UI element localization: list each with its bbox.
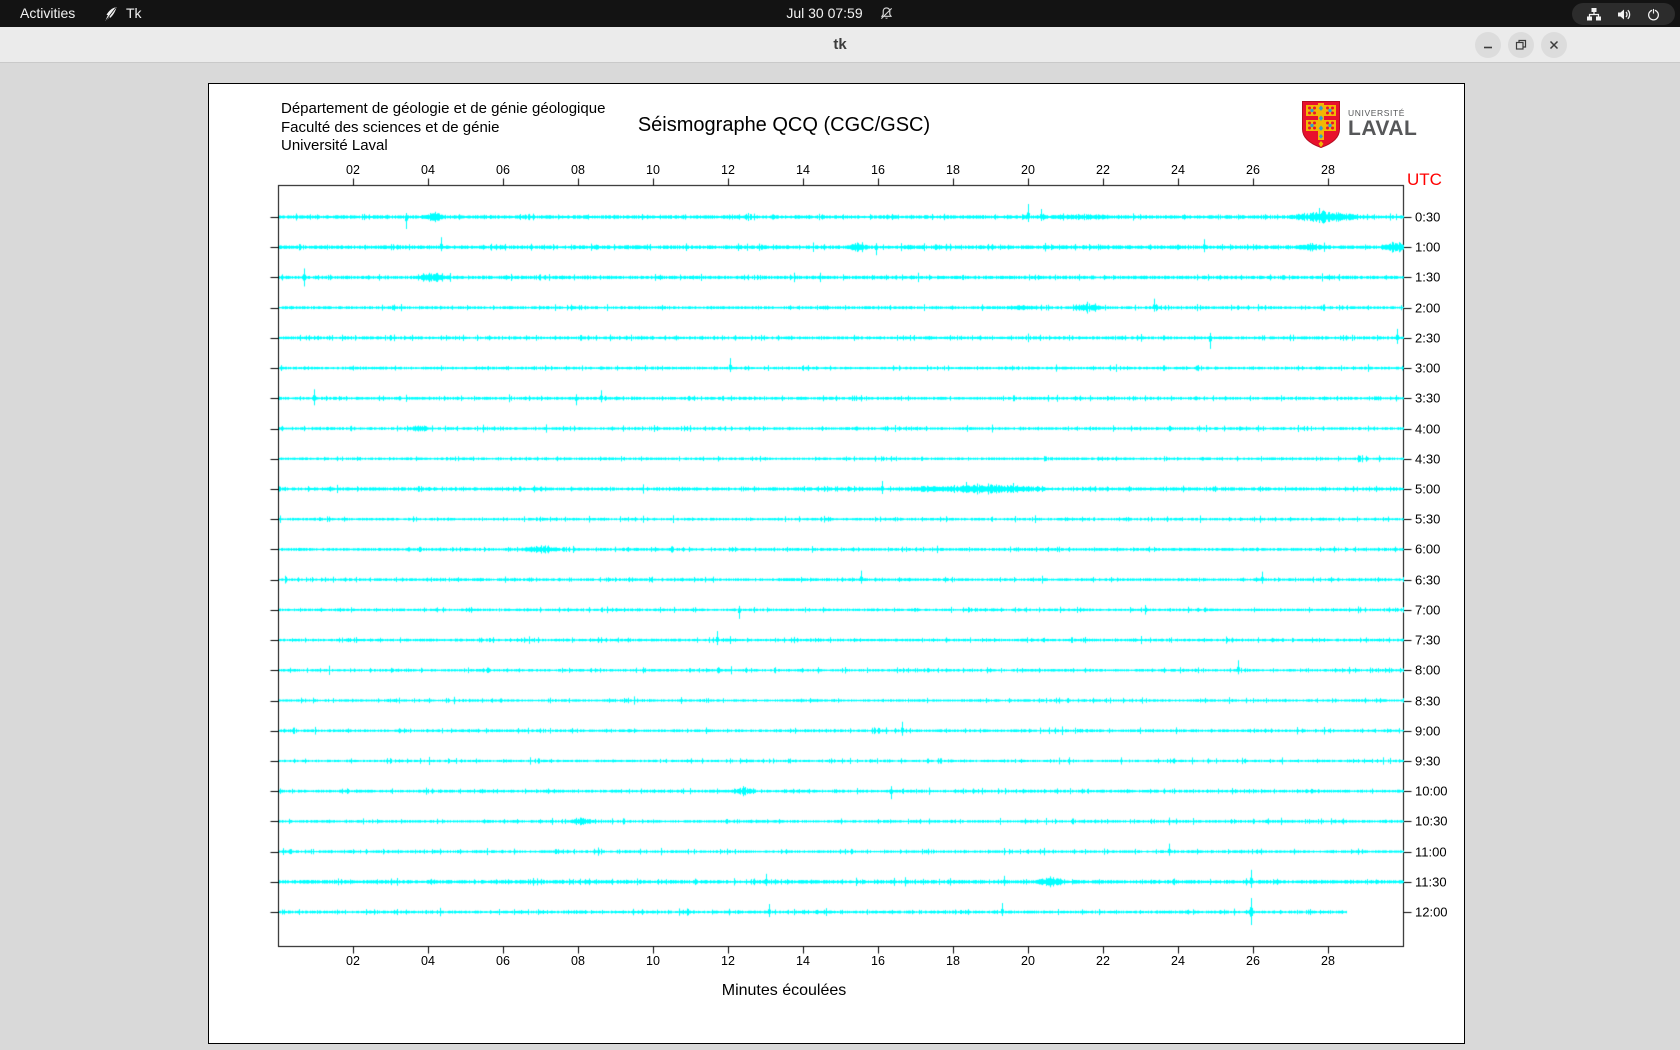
x-tick-label-bottom: 20 — [1021, 954, 1035, 968]
utc-axis-label: UTC — [1407, 170, 1442, 190]
utc-time-label: 7:00 — [1415, 602, 1440, 617]
power-icon — [1646, 7, 1661, 22]
utc-time-label: 8:30 — [1415, 693, 1440, 708]
x-tick-label-bottom: 28 — [1321, 954, 1335, 968]
x-tick-label-top: 06 — [496, 163, 510, 177]
x-tick-label-bottom: 08 — [571, 954, 585, 968]
x-tick-label-bottom: 12 — [721, 954, 735, 968]
minimize-button[interactable] — [1475, 32, 1501, 58]
x-tick-label-top: 08 — [571, 163, 585, 177]
utc-time-label: 9:00 — [1415, 723, 1440, 738]
x-tick-label-top: 02 — [346, 163, 360, 177]
x-tick-label-top: 10 — [646, 163, 660, 177]
utc-time-label: 9:30 — [1415, 753, 1440, 768]
x-tick-label-top: 12 — [721, 163, 735, 177]
maximize-icon — [1515, 39, 1527, 51]
x-tick-label-top: 04 — [421, 163, 435, 177]
utc-time-label: 4:30 — [1415, 451, 1440, 466]
notifications-disabled-icon — [879, 6, 894, 21]
x-tick-label-bottom: 06 — [496, 954, 510, 968]
app-menu-tk[interactable]: Tk — [103, 0, 142, 27]
utc-time-label: 10:00 — [1415, 784, 1448, 799]
network-icon — [1586, 7, 1602, 22]
seismograph-canvas-frame: Département de géologie et de génie géol… — [208, 83, 1465, 1044]
system-tray[interactable] — [1572, 3, 1675, 25]
tk-feather-icon — [103, 6, 118, 22]
x-tick-label-bottom: 22 — [1096, 954, 1110, 968]
volume-icon — [1616, 7, 1632, 22]
utc-time-label: 7:30 — [1415, 633, 1440, 648]
utc-time-label: 5:00 — [1415, 481, 1440, 496]
utc-time-label: 1:30 — [1415, 270, 1440, 285]
seismogram-canvas — [209, 84, 1464, 1043]
x-tick-label-top: 22 — [1096, 163, 1110, 177]
x-tick-label-top: 18 — [946, 163, 960, 177]
utc-time-label: 5:30 — [1415, 512, 1440, 527]
tk-window-body: Département de géologie et de génie géol… — [0, 64, 1680, 1050]
close-button[interactable] — [1541, 32, 1567, 58]
x-tick-label-bottom: 10 — [646, 954, 660, 968]
utc-time-label: 8:00 — [1415, 663, 1440, 678]
utc-time-label: 6:30 — [1415, 572, 1440, 587]
utc-time-label: 3:30 — [1415, 391, 1440, 406]
x-tick-label-top: 16 — [871, 163, 885, 177]
utc-time-label: 2:30 — [1415, 330, 1440, 345]
gnome-top-bar: Activities Tk Jul 30 07:59 — [0, 0, 1680, 27]
close-icon — [1548, 39, 1560, 51]
x-tick-label-bottom: 16 — [871, 954, 885, 968]
laval-logo: UNIVERSITÉ LAVAL — [1301, 100, 1417, 149]
utc-time-label: 2:00 — [1415, 300, 1440, 315]
window-title: tk — [0, 27, 1680, 63]
x-tick-label-top: 26 — [1246, 163, 1260, 177]
clock-menu[interactable]: Jul 30 07:59 — [786, 0, 893, 27]
laval-shield-icon — [1301, 100, 1341, 149]
window-title-bar[interactable]: tk — [0, 27, 1680, 63]
laval-logo-text: UNIVERSITÉ LAVAL — [1348, 100, 1417, 139]
x-tick-label-bottom: 24 — [1171, 954, 1185, 968]
utc-time-label: 10:30 — [1415, 814, 1448, 829]
utc-time-label: 4:00 — [1415, 421, 1440, 436]
utc-time-label: 11:30 — [1415, 874, 1447, 889]
x-tick-label-bottom: 26 — [1246, 954, 1260, 968]
institution-line-3: Université Laval — [281, 137, 605, 156]
laval-logo-line-2: LAVAL — [1348, 118, 1417, 139]
x-tick-label-bottom: 18 — [946, 954, 960, 968]
x-tick-label-top: 20 — [1021, 163, 1035, 177]
x-tick-label-bottom: 14 — [796, 954, 810, 968]
app-menu-label: Tk — [126, 0, 142, 27]
minimize-icon — [1482, 39, 1494, 51]
x-tick-label-bottom: 02 — [346, 954, 360, 968]
utc-time-label: 1:00 — [1415, 240, 1440, 255]
x-tick-label-bottom: 04 — [421, 954, 435, 968]
x-axis-label: Minutes écoulées — [209, 982, 1359, 1000]
chart-title: Séismographe QCQ (CGC/GSC) — [209, 114, 1359, 137]
utc-time-label: 0:30 — [1415, 210, 1440, 225]
utc-time-label: 6:00 — [1415, 542, 1440, 557]
maximize-button[interactable] — [1508, 32, 1534, 58]
x-tick-label-top: 24 — [1171, 163, 1185, 177]
utc-time-label: 11:00 — [1415, 844, 1447, 859]
utc-time-label: 3:00 — [1415, 361, 1440, 376]
clock-text: Jul 30 07:59 — [786, 0, 862, 27]
x-tick-label-top: 28 — [1321, 163, 1335, 177]
activities-button[interactable]: Activities — [14, 0, 81, 27]
utc-time-label: 12:00 — [1415, 905, 1448, 920]
x-tick-label-top: 14 — [796, 163, 810, 177]
